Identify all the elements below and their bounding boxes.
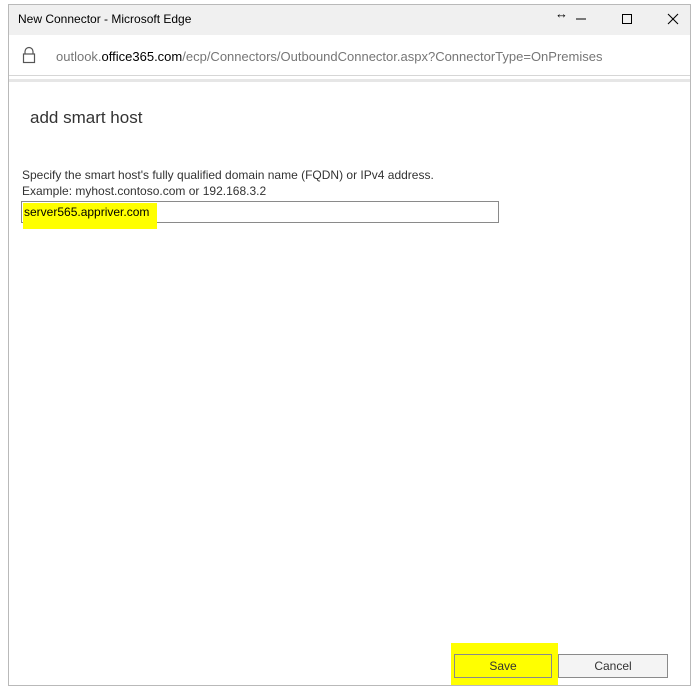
page-title: add smart host bbox=[30, 108, 143, 127]
maximize-button[interactable] bbox=[604, 5, 650, 33]
content-separator bbox=[9, 79, 690, 82]
address-bar[interactable]: outlook.office365.com/ecp/Connectors/Out… bbox=[9, 37, 690, 76]
example-text: Example: myhost.contoso.com or 192.168.3… bbox=[22, 184, 267, 198]
window-title: New Connector - Microsoft Edge bbox=[18, 12, 192, 26]
close-button[interactable] bbox=[650, 5, 696, 33]
close-icon bbox=[667, 13, 679, 25]
url-text[interactable]: outlook.office365.com/ecp/Connectors/Out… bbox=[56, 49, 602, 64]
minimize-button[interactable] bbox=[558, 5, 604, 33]
url-prefix: outlook. bbox=[56, 49, 102, 64]
url-path: /ecp/Connectors/OutboundConnector.aspx?C… bbox=[182, 49, 603, 64]
smart-host-input[interactable] bbox=[24, 204, 494, 220]
minimize-icon bbox=[576, 18, 586, 20]
browser-window: New Connector - Microsoft Edge ↔ outlook… bbox=[8, 4, 691, 686]
maximize-icon bbox=[622, 14, 632, 24]
instruction-text: Specify the smart host's fully qualified… bbox=[22, 168, 434, 182]
save-button[interactable]: Save bbox=[454, 654, 552, 678]
url-domain: office365.com bbox=[101, 49, 183, 64]
smart-host-field[interactable] bbox=[21, 201, 499, 229]
lock-icon bbox=[21, 46, 37, 69]
title-bar[interactable]: New Connector - Microsoft Edge ↔ bbox=[9, 5, 690, 35]
cancel-button[interactable]: Cancel bbox=[558, 654, 668, 678]
